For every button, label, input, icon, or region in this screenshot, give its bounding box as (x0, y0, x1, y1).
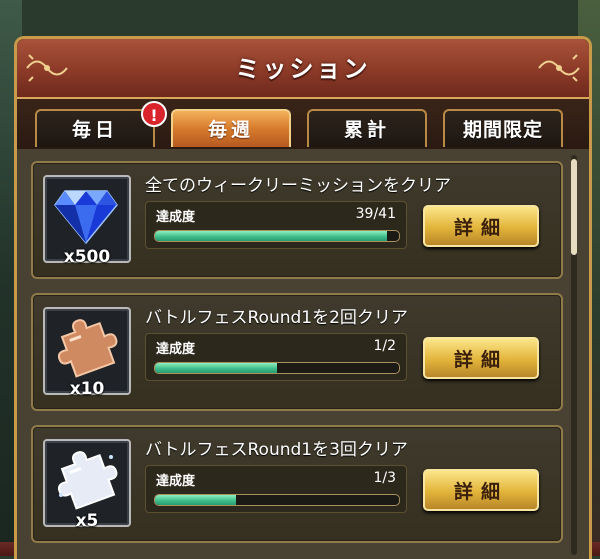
mission-list[interactable]: x500 全てのウィークリーミッションをクリア 達成度 39/41 詳細 x10 (17, 149, 589, 559)
title-bar: ミッション (17, 39, 589, 99)
reward-quantity: x500 (63, 247, 111, 267)
tab-weekly[interactable]: 毎週 (171, 109, 291, 147)
detail-button[interactable]: 詳細 (423, 469, 539, 511)
diamond-gem-icon (54, 190, 118, 245)
reward-frame: x5 (43, 439, 131, 531)
tab-daily[interactable]: 毎日 (35, 109, 155, 147)
scrollbar-thumb[interactable] (571, 159, 577, 255)
progress-box: 達成度 1/2 (145, 333, 407, 381)
progress-box: 達成度 39/41 (145, 201, 407, 249)
bronze-puzzle-piece-icon (57, 319, 118, 378)
progress-bar (154, 494, 400, 506)
progress-bar-fill (155, 231, 388, 241)
mission-card: x5 バトルフェスRound1を3回クリア 達成度 1/3 詳細 (31, 425, 563, 543)
progress-bar-fill (155, 363, 277, 373)
reward-quantity: x5 (75, 511, 99, 531)
progress-value: 1/3 (373, 470, 396, 486)
progress-label: 達成度 (156, 342, 196, 357)
page-title: ミッション (235, 55, 371, 83)
tab-limited-time[interactable]: 期間限定 (443, 109, 563, 147)
alert-badge: ! (141, 101, 167, 127)
progress-value: 1/2 (373, 338, 396, 354)
progress-value: 39/41 (355, 206, 396, 222)
silver-puzzle-piece-icon (57, 451, 118, 510)
right-ornament-icon (538, 54, 580, 82)
reward-quantity: x10 (69, 379, 105, 399)
detail-button[interactable]: 詳細 (423, 337, 539, 379)
mission-card: x10 バトルフェスRound1を2回クリア 達成度 1/2 詳細 (31, 293, 563, 411)
mission-title: バトルフェスRound1を3回クリア (145, 440, 408, 460)
progress-label: 達成度 (156, 474, 196, 489)
mission-panel: ミッション 毎日 毎週 累計 期間限定 ! x500 全てのウィークリーミッショ… (14, 36, 592, 559)
mission-card: x500 全てのウィークリーミッションをクリア 達成度 39/41 詳細 (31, 161, 563, 279)
progress-box: 達成度 1/3 (145, 465, 407, 513)
mission-title: 全てのウィークリーミッションをクリア (145, 176, 451, 196)
tab-cumulative[interactable]: 累計 (307, 109, 427, 147)
reward-frame: x500 (43, 175, 131, 267)
mission-title: バトルフェスRound1を2回クリア (145, 308, 408, 328)
progress-label: 達成度 (156, 210, 196, 225)
detail-button[interactable]: 詳細 (423, 205, 539, 247)
progress-bar (154, 362, 400, 374)
reward-frame: x10 (43, 307, 131, 399)
progress-bar (154, 230, 400, 242)
progress-bar-fill (155, 495, 237, 505)
